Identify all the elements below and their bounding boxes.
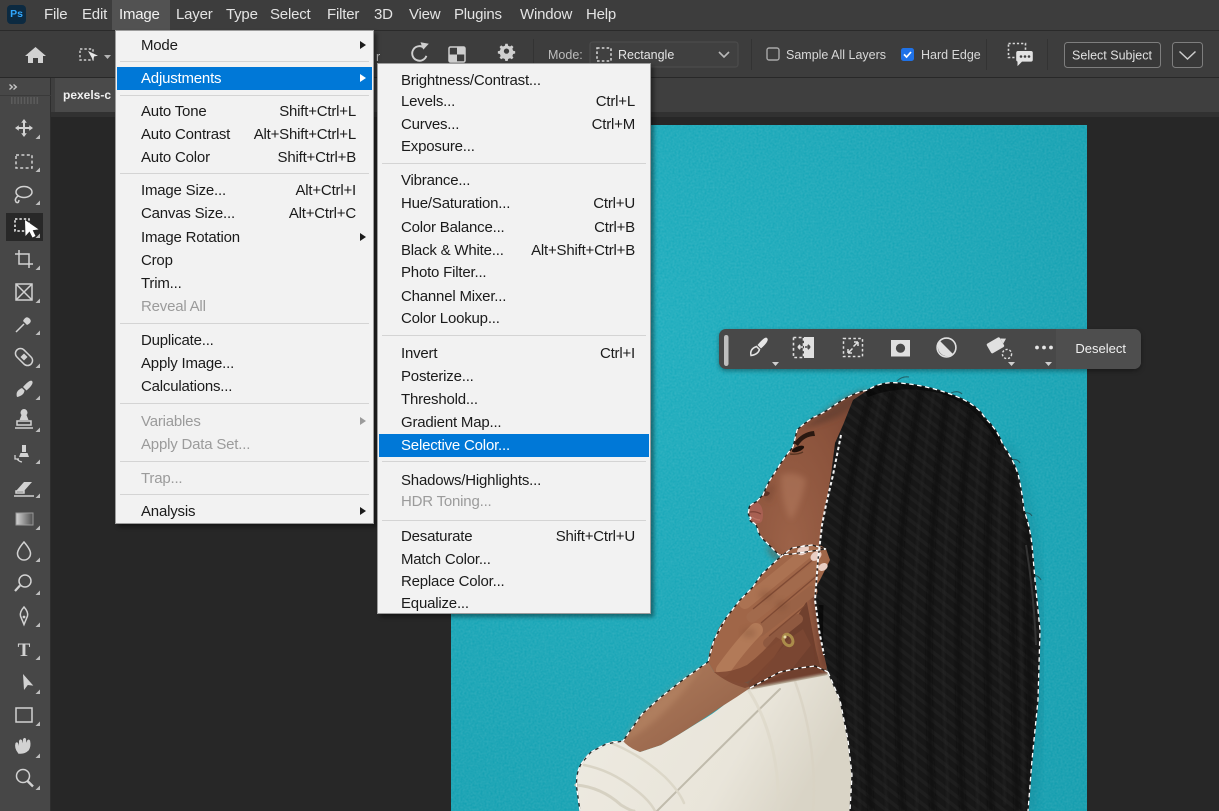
svg-text:Select Subject: Select Subject <box>1072 49 1152 63</box>
svg-text:T: T <box>18 640 31 661</box>
svg-text:Rectangle: Rectangle <box>618 48 674 62</box>
svg-text:Hard Edge: Hard Edge <box>921 48 981 62</box>
svg-text:Sample All Layers: Sample All Layers <box>786 48 886 62</box>
svg-text:r: r <box>376 50 380 64</box>
svg-text:Mode:: Mode: <box>548 48 583 62</box>
